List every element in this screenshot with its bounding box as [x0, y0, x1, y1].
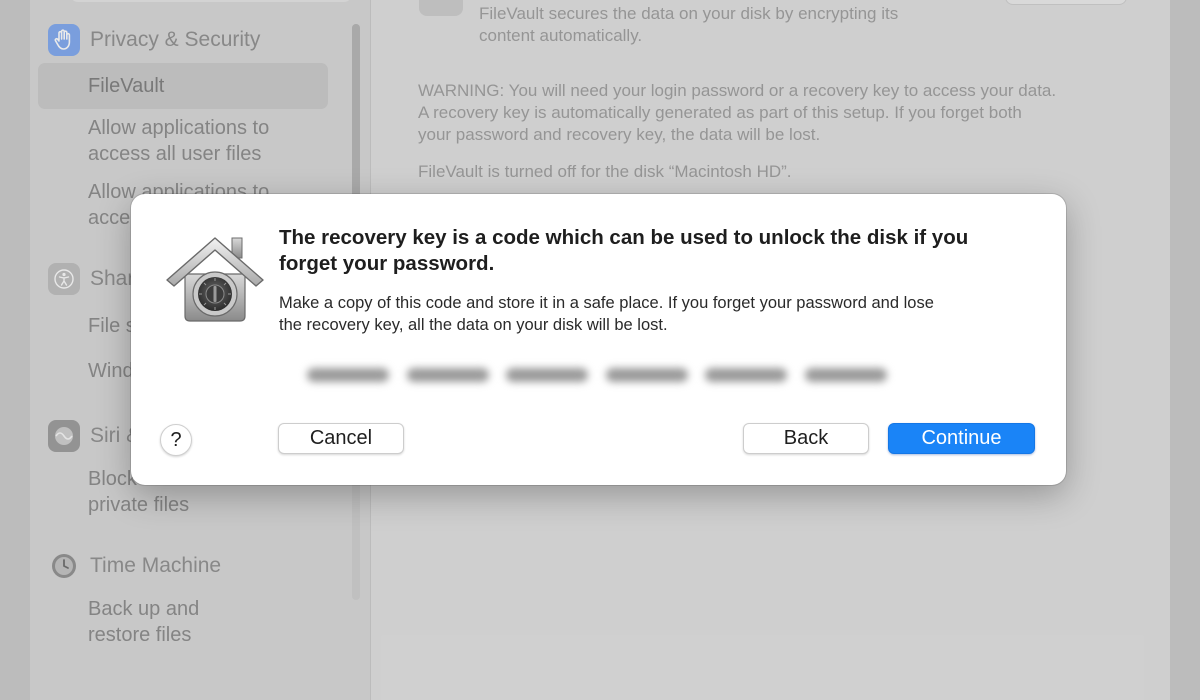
dialog-title: The recovery key is a code which can be …	[279, 225, 1039, 277]
recovery-key-segment	[406, 368, 489, 382]
back-button[interactable]: Back	[743, 423, 869, 454]
continue-button[interactable]: Continue	[888, 423, 1035, 454]
dialog-title-line: The recovery key is a code which can be …	[279, 226, 969, 249]
recovery-key-segment	[705, 368, 788, 382]
recovery-key-segment	[506, 368, 589, 382]
dialog-message: Make a copy of this code and store it in…	[279, 292, 1049, 336]
recovery-key-segment	[605, 368, 688, 382]
dialog-title-line: forget your password.	[279, 252, 495, 275]
recovery-key-segment	[307, 368, 389, 382]
recovery-key-dialog: The recovery key is a code which can be …	[131, 194, 1066, 485]
recovery-key-blurred	[307, 362, 887, 388]
recovery-key-segment	[804, 368, 887, 382]
dialog-message-line: Make a copy of this code and store it in…	[279, 294, 934, 312]
help-button[interactable]: ?	[160, 424, 192, 456]
dialog-message-line: the recovery key, all the data on your d…	[279, 316, 668, 334]
cancel-button[interactable]: Cancel	[278, 423, 404, 454]
filevault-house-safe-icon	[163, 230, 267, 326]
